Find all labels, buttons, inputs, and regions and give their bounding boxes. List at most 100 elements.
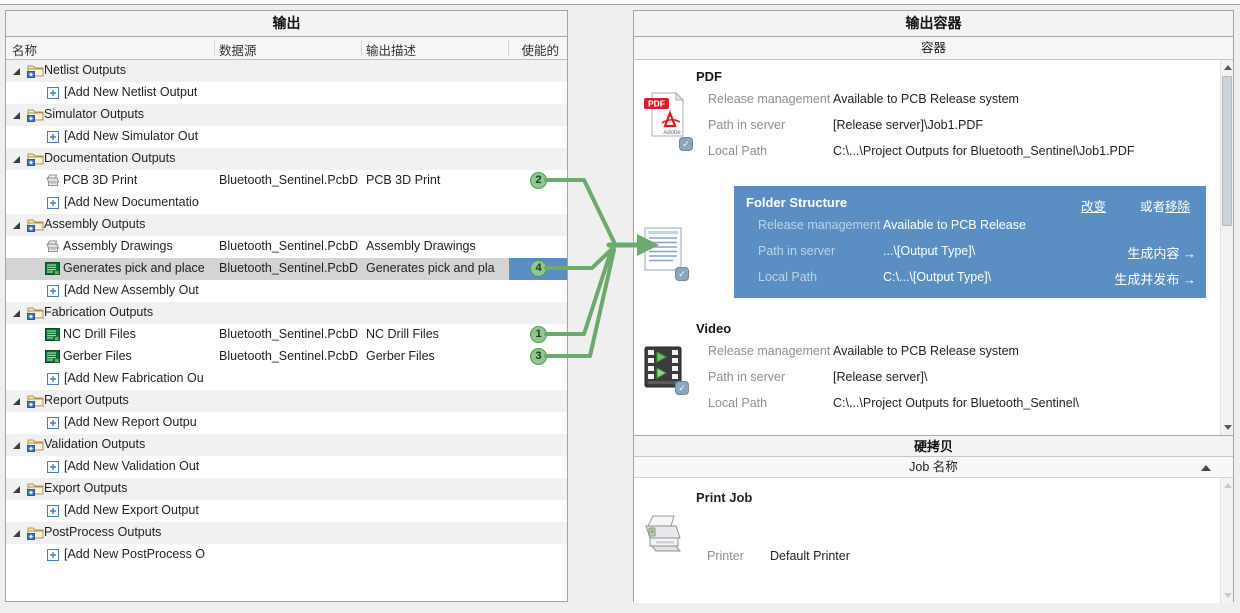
- tree-row-add-new[interactable]: [Add New Netlist Output: [6, 82, 567, 104]
- expand-arrow-icon[interactable]: [13, 112, 20, 119]
- column-name[interactable]: 名称: [12, 40, 37, 59]
- tree-row-group[interactable]: Export Outputs: [6, 478, 567, 500]
- container-folder[interactable]: ✓Folder Structure改变或者移除Release managemen…: [634, 186, 1233, 312]
- tree-row-label: [Add New PostProcess O: [64, 547, 205, 561]
- scrollbar-thumb[interactable]: [1222, 76, 1232, 226]
- pdf-container-icon: PDFAdobe✓: [642, 90, 688, 147]
- expand-arrow-icon[interactable]: [13, 222, 20, 229]
- property-value: C:\...\Project Outputs for Bluetooth_Sen…: [833, 144, 1135, 158]
- output-group-folder-icon: [27, 437, 44, 455]
- container-pdf[interactable]: PDFAdobe✓PDFRelease managementAvailable …: [634, 60, 1233, 186]
- printer-field-value[interactable]: Default Printer: [770, 549, 850, 563]
- tree-row-group[interactable]: Report Outputs: [6, 390, 567, 412]
- tree-row-group[interactable]: Fabrication Outputs: [6, 302, 567, 324]
- property-value: [Release server]\: [833, 370, 927, 384]
- tree-row-label: Assembly Drawings: [63, 239, 173, 253]
- generate-content-link[interactable]: 生成内容 →: [1127, 243, 1196, 262]
- scroll-up-icon[interactable]: [1224, 65, 1232, 70]
- container-property-row: Release managementAvailable to PCB Relea…: [684, 338, 1219, 364]
- tree-row-group[interactable]: Simulator Outputs: [6, 104, 567, 126]
- tree-row-add-new[interactable]: [Add New PostProcess O: [6, 544, 567, 566]
- container-title: PDF: [684, 60, 1219, 86]
- scroll-down-icon[interactable]: [1224, 425, 1232, 430]
- expand-arrow-icon[interactable]: [13, 530, 20, 537]
- enabled-badge[interactable]: 1: [530, 326, 547, 343]
- column-output-description[interactable]: 输出描述: [366, 40, 416, 59]
- tree-row-data-source: Bluetooth_Sentinel.PcbD: [219, 261, 364, 275]
- tree-row-label: [Add New Assembly Out: [64, 283, 199, 297]
- expand-arrow-icon[interactable]: [13, 68, 20, 75]
- expand-arrow-icon[interactable]: [13, 310, 20, 317]
- print-scrollbar[interactable]: [1220, 478, 1233, 603]
- tree-row-label: Assembly Outputs: [44, 217, 145, 231]
- add-new-output-icon: [47, 549, 59, 564]
- expand-arrow-icon[interactable]: [13, 442, 20, 449]
- job-name-header[interactable]: Job 名称: [634, 457, 1233, 478]
- svg-text:Adobe: Adobe: [663, 130, 681, 136]
- add-new-output-icon: [47, 131, 59, 146]
- column-separator: [508, 40, 509, 56]
- tree-row-add-new[interactable]: [Add New Fabrication Ou: [6, 368, 567, 390]
- tree-row-add-new[interactable]: [Add New Export Output: [6, 500, 567, 522]
- container-video[interactable]: ✓VideoRelease managementAvailable to PCB…: [634, 312, 1233, 435]
- tree-row-label: Netlist Outputs: [44, 63, 126, 77]
- column-enabled[interactable]: 使能的: [521, 40, 559, 59]
- tree-row-description: Assembly Drawings: [366, 239, 507, 253]
- expand-arrow-icon[interactable]: [13, 156, 20, 163]
- printer-field-label: Printer: [707, 549, 744, 563]
- tree-row-description: Gerber Files: [366, 349, 507, 363]
- job-name-label: Job 名称: [909, 460, 958, 474]
- tree-row-group[interactable]: PostProcess Outputs: [6, 522, 567, 544]
- tree-row-output[interactable]: Assembly DrawingsBluetooth_Sentinel.PcbD…: [6, 236, 567, 258]
- tree-row-add-new[interactable]: [Add New Documentatio: [6, 192, 567, 214]
- container-property-row: Local PathC:\...\Project Outputs for Blu…: [684, 138, 1219, 164]
- collapse-icon[interactable]: [1201, 465, 1211, 471]
- property-value: C:\...\[Output Type]\: [883, 270, 991, 284]
- print-job-section[interactable]: Print Job Printer Default Printer: [634, 478, 1233, 603]
- enabled-badge[interactable]: 3: [530, 348, 547, 365]
- tree-row-label: Export Outputs: [44, 481, 127, 495]
- container-property-row: Release managementAvailable to PCB Relea…: [684, 86, 1219, 112]
- tree-row-label: [Add New Export Output: [64, 503, 199, 517]
- expand-arrow-icon[interactable]: [13, 486, 20, 493]
- add-new-output-icon: [47, 417, 59, 432]
- containers-scrollbar[interactable]: [1220, 60, 1233, 435]
- containers-sub-header: 容器: [634, 37, 1233, 60]
- enabled-badge[interactable]: 2: [530, 172, 547, 189]
- container-property-row: Path in server[Release server]\Job1.PDF: [684, 112, 1219, 138]
- printer-output-icon: [45, 240, 60, 257]
- pcb-table-output-icon: [45, 262, 60, 278]
- tree-row-label: NC Drill Files: [63, 327, 136, 341]
- tree-row-group[interactable]: Validation Outputs: [6, 434, 567, 456]
- container-body: PDFRelease managementAvailable to PCB Re…: [684, 60, 1219, 164]
- hardcopy-header: 硬拷贝: [634, 435, 1233, 457]
- tree-row-output[interactable]: NC Drill FilesBluetooth_Sentinel.PcbDNC …: [6, 324, 567, 346]
- tree-row-output[interactable]: Gerber FilesBluetooth_Sentinel.PcbDGerbe…: [6, 346, 567, 368]
- column-separator: [214, 40, 215, 56]
- expand-arrow-icon[interactable]: [13, 398, 20, 405]
- property-value: Available to PCB Release system: [833, 92, 1019, 106]
- tree-row-group[interactable]: Documentation Outputs: [6, 148, 567, 170]
- scroll-up-icon[interactable]: [1224, 483, 1232, 488]
- output-group-folder-icon: [27, 393, 44, 411]
- generate-and-publish-link[interactable]: 生成并发布 →: [1114, 269, 1196, 288]
- pcb-table-output-icon: [45, 328, 60, 344]
- column-data-source[interactable]: 数据源: [219, 40, 257, 59]
- outputs-tree: Netlist Outputs [Add New Netlist OutputSi…: [6, 60, 567, 566]
- output-containers-panel: 输出容器 容器 PDFAdobe✓PDFRelease managementAv…: [633, 10, 1234, 602]
- printer-icon: [640, 514, 684, 559]
- tree-row-group[interactable]: Netlist Outputs: [6, 60, 567, 82]
- tree-row-add-new[interactable]: [Add New Report Outpu: [6, 412, 567, 434]
- add-new-output-icon: [47, 461, 59, 476]
- tree-row-output[interactable]: Generates pick and placeBluetooth_Sentin…: [6, 258, 567, 280]
- tree-row-label: Fabrication Outputs: [44, 305, 153, 319]
- tree-row-add-new[interactable]: [Add New Assembly Out: [6, 280, 567, 302]
- tree-row-group[interactable]: Assembly Outputs: [6, 214, 567, 236]
- tree-row-output[interactable]: PCB 3D PrintBluetooth_Sentinel.PcbDPCB 3…: [6, 170, 567, 192]
- scroll-down-icon[interactable]: [1224, 593, 1232, 598]
- enabled-badge[interactable]: 4: [530, 260, 547, 277]
- tree-row-add-new[interactable]: [Add New Validation Out: [6, 456, 567, 478]
- tree-row-add-new[interactable]: [Add New Simulator Out: [6, 126, 567, 148]
- containers-list: PDFAdobe✓PDFRelease managementAvailable …: [634, 60, 1233, 435]
- top-divider: [0, 0, 1240, 5]
